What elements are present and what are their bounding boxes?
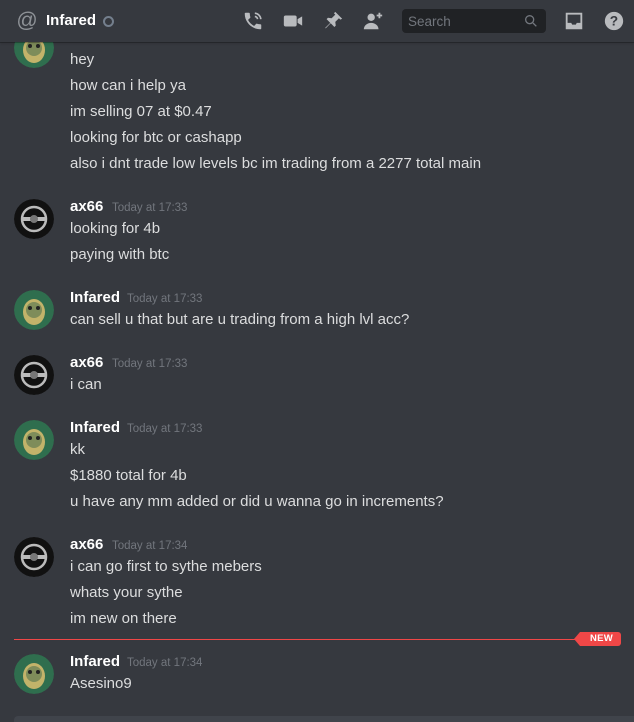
message-text: whats your sythe xyxy=(70,584,183,601)
message-text: im new on there xyxy=(70,610,177,627)
message-list[interactable]: hey how can i help ya im selling 07 at $… xyxy=(0,42,634,712)
avatar[interactable] xyxy=(14,42,54,68)
timestamp: Today at 17:33 xyxy=(112,202,188,214)
channel-title: Infared xyxy=(46,12,97,29)
message-text: looking for 4b xyxy=(70,220,161,237)
channel-header: @ Infared ? xyxy=(0,0,634,42)
search-icon xyxy=(525,14,537,27)
message-text: paying with btc xyxy=(70,246,170,263)
timestamp: Today at 17:33 xyxy=(127,423,203,435)
message-text: Asesino9 xyxy=(70,675,132,692)
message-text: im selling 07 at $0.47 xyxy=(70,103,212,120)
avatar[interactable] xyxy=(14,199,54,239)
timestamp: Today at 17:33 xyxy=(112,358,188,370)
message-text: i can xyxy=(70,376,102,393)
message-text: u have any mm added or did u wanna go in… xyxy=(70,493,444,510)
message-text: also i dnt trade low levels bc im tradin… xyxy=(70,155,482,172)
add-friend-icon[interactable] xyxy=(362,10,384,32)
video-icon[interactable] xyxy=(282,10,304,32)
pin-icon[interactable] xyxy=(322,10,344,32)
message-text: hey xyxy=(70,51,95,68)
message-input-edge[interactable] xyxy=(14,716,634,722)
help-icon[interactable]: ? xyxy=(603,10,625,32)
new-messages-badge: NEW xyxy=(573,632,622,646)
avatar[interactable] xyxy=(14,420,54,460)
message-text: kk xyxy=(70,441,85,458)
username[interactable]: Infared xyxy=(70,289,120,306)
offline-status-icon xyxy=(103,16,114,27)
avatar[interactable] xyxy=(14,537,54,577)
timestamp: Today at 17:34 xyxy=(127,657,203,669)
username[interactable]: Infared xyxy=(70,653,120,670)
svg-text:?: ? xyxy=(610,14,618,29)
call-icon[interactable] xyxy=(242,10,264,32)
message-text: looking for btc or cashapp xyxy=(70,129,242,146)
timestamp: Today at 17:34 xyxy=(112,540,188,552)
message-text: i can go first to sythe mebers xyxy=(70,558,262,575)
at-icon: @ xyxy=(16,9,38,32)
timestamp: Today at 17:33 xyxy=(127,293,203,305)
search-box[interactable] xyxy=(402,9,546,33)
avatar[interactable] xyxy=(14,290,54,330)
new-messages-divider xyxy=(14,639,610,640)
username[interactable]: ax66 xyxy=(70,198,103,215)
username[interactable]: Infared xyxy=(70,419,120,436)
message-text: $1880 total for 4b xyxy=(70,467,187,484)
avatar[interactable] xyxy=(14,654,54,694)
avatar[interactable] xyxy=(14,355,54,395)
inbox-icon[interactable] xyxy=(563,10,585,32)
message-text: can sell u that but are u trading from a… xyxy=(70,311,410,328)
username[interactable]: ax66 xyxy=(70,354,103,371)
search-input[interactable] xyxy=(402,9,518,33)
message-text: how can i help ya xyxy=(70,77,186,94)
username[interactable]: ax66 xyxy=(70,536,103,553)
